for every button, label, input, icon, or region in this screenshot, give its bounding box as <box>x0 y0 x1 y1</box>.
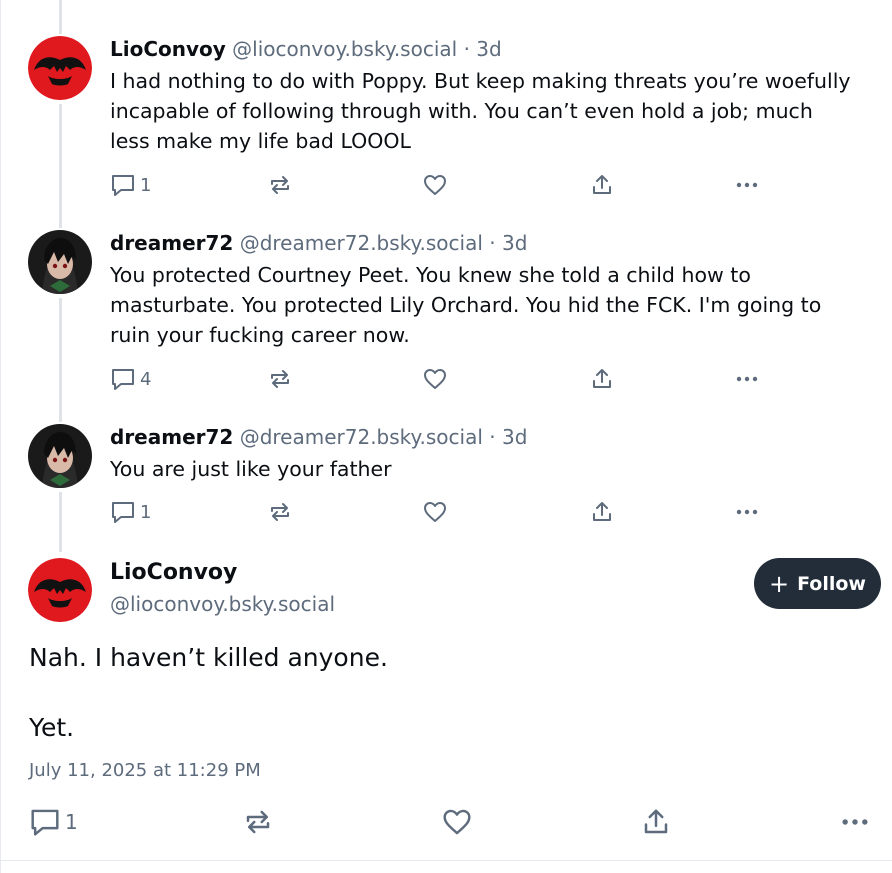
author-handle[interactable]: @dreamer72.bsky.social <box>240 425 483 449</box>
focused-author-name[interactable]: LioConvoy <box>110 560 237 585</box>
reply-count: 1 <box>65 810 78 834</box>
reply-icon <box>31 809 59 836</box>
reply-count: 1 <box>140 174 152 196</box>
meta-separator: · <box>489 425 496 449</box>
like-button[interactable] <box>422 498 448 526</box>
focused-text-spacer <box>29 675 869 710</box>
more-dots-icon <box>736 182 758 188</box>
repost-button[interactable] <box>243 806 273 838</box>
thread-view: LioConvoy @lioconvoy.bsky.social · 3d I … <box>0 0 892 873</box>
repost-icon <box>246 810 270 834</box>
thread-line <box>59 104 62 228</box>
plus-icon: + <box>768 569 790 598</box>
share-button[interactable] <box>641 806 671 838</box>
share-button[interactable] <box>590 365 614 393</box>
post-text: I had nothing to do with Poppy. But keep… <box>110 69 851 153</box>
reply-button[interactable]: 1 <box>110 171 151 199</box>
author-handle[interactable]: @dreamer72.bsky.social <box>240 231 483 255</box>
post-content: dreamer72 @dreamer72.bsky.social · 3d Yo… <box>110 424 852 484</box>
more-dots-icon <box>842 819 868 825</box>
post-text: You protected Courtney Peet. You knew sh… <box>110 263 822 347</box>
like-button[interactable] <box>422 365 448 393</box>
more-dots-icon <box>736 509 758 515</box>
share-icon <box>644 809 668 834</box>
author-name[interactable]: dreamer72 <box>110 231 233 255</box>
anime-character-avatar-icon <box>28 424 92 488</box>
avatar[interactable] <box>28 558 92 622</box>
reply-button[interactable]: 1 <box>110 498 151 526</box>
post-actions: 1 <box>110 171 770 199</box>
more-options-button[interactable] <box>839 806 871 838</box>
thundercats-logo-icon <box>28 558 92 622</box>
anime-character-avatar-icon <box>28 230 92 294</box>
heart-icon <box>424 175 446 195</box>
avatar[interactable] <box>28 230 92 294</box>
post-content: dreamer72 @dreamer72.bsky.social · 3d Yo… <box>110 230 852 350</box>
post-timestamp[interactable]: July 11, 2025 at 11:29 PM <box>29 760 261 781</box>
more-options-button[interactable] <box>734 498 760 526</box>
share-icon <box>593 502 611 521</box>
focused-text-line: Nah. I haven’t killed anyone. <box>29 643 388 672</box>
reply-icon <box>112 502 134 523</box>
repost-icon <box>271 370 289 388</box>
reply-icon <box>112 369 134 390</box>
thundercats-logo-icon <box>28 36 92 100</box>
author-name[interactable]: dreamer72 <box>110 425 233 449</box>
repost-button[interactable] <box>268 171 292 199</box>
post-content: LioConvoy @lioconvoy.bsky.social · 3d I … <box>110 36 852 156</box>
focused-post-actions: 1 <box>29 806 874 838</box>
meta-separator: · <box>463 37 470 61</box>
post-age[interactable]: 3d <box>502 231 527 255</box>
reply-button[interactable]: 1 <box>29 806 78 838</box>
like-button[interactable] <box>441 806 473 838</box>
post-meta: LioConvoy @lioconvoy.bsky.social · 3d <box>110 36 852 62</box>
focused-author-handle[interactable]: @lioconvoy.bsky.social <box>110 592 335 616</box>
post-age[interactable]: 3d <box>476 37 501 61</box>
repost-icon <box>271 176 289 194</box>
post-text: You are just like your father <box>110 457 392 481</box>
follow-button[interactable]: + Follow <box>754 558 881 609</box>
share-button[interactable] <box>590 171 614 199</box>
focused-text-line: Yet. <box>29 713 75 742</box>
post-actions: 4 <box>110 365 770 393</box>
repost-button[interactable] <box>268 498 292 526</box>
focused-post-text: Nah. I haven’t killed anyone. Yet. <box>29 640 869 745</box>
previous-post-actions <box>109 0 769 6</box>
more-dots-icon <box>736 376 758 382</box>
previous-actions-icons <box>109 0 769 6</box>
author-handle[interactable]: @lioconvoy.bsky.social <box>232 37 457 61</box>
post-meta: dreamer72 @dreamer72.bsky.social · 3d <box>110 424 852 450</box>
heart-icon <box>424 369 446 389</box>
heart-icon <box>443 809 471 835</box>
avatar[interactable] <box>28 36 92 100</box>
share-button[interactable] <box>590 498 614 526</box>
avatar[interactable] <box>28 424 92 488</box>
post-meta: dreamer72 @dreamer72.bsky.social · 3d <box>110 230 852 256</box>
thread-line <box>59 298 62 422</box>
more-options-button[interactable] <box>734 171 760 199</box>
post-actions: 1 <box>110 498 770 526</box>
share-icon <box>593 175 611 194</box>
repost-icon <box>271 503 289 521</box>
thread-line <box>59 0 62 34</box>
post-age[interactable]: 3d <box>502 425 527 449</box>
share-icon <box>593 369 611 388</box>
reply-button[interactable]: 4 <box>110 365 151 393</box>
meta-separator: · <box>489 231 496 255</box>
author-name[interactable]: LioConvoy <box>110 37 226 61</box>
heart-icon <box>424 502 446 522</box>
like-button[interactable] <box>422 171 448 199</box>
follow-label: Follow <box>797 572 866 595</box>
divider <box>1 860 892 861</box>
reply-icon <box>112 175 134 196</box>
more-options-button[interactable] <box>734 365 760 393</box>
reply-count: 4 <box>140 368 152 390</box>
thread-line <box>59 492 62 552</box>
repost-button[interactable] <box>268 365 292 393</box>
reply-count: 1 <box>140 501 152 523</box>
